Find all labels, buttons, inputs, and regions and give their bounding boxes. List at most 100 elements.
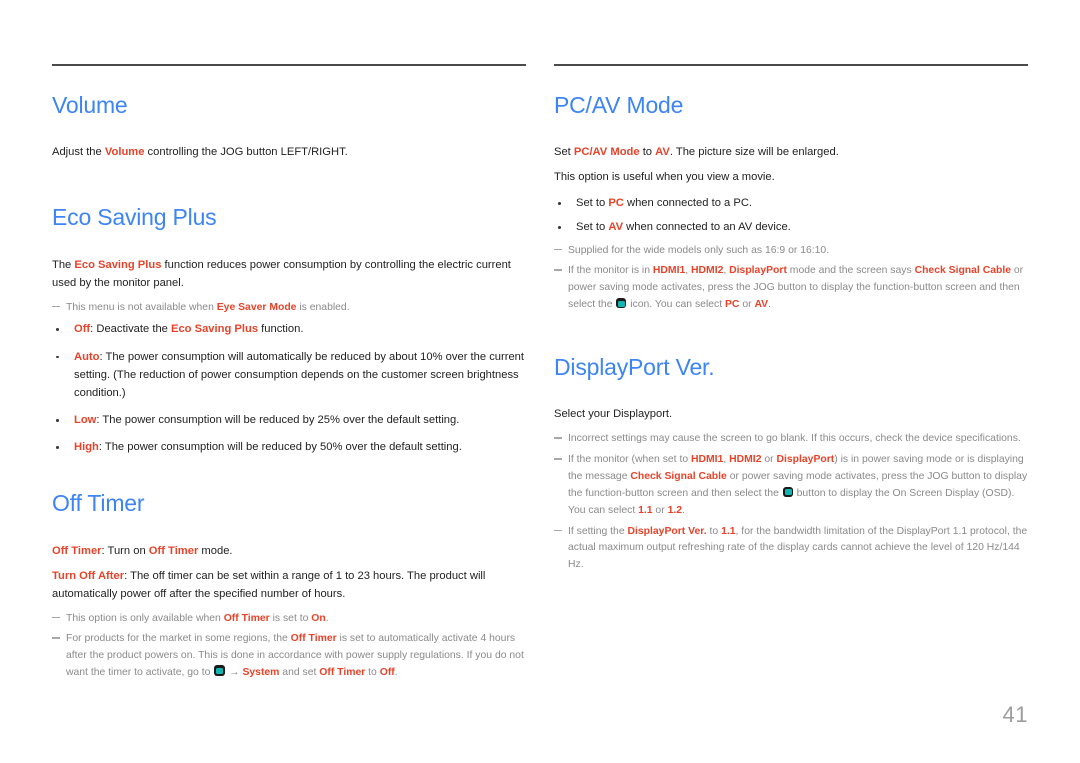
- pc-bullet-after: when connected to a PC.: [623, 197, 753, 210]
- list-item: Set to AV when connected to an AV device…: [554, 218, 1028, 236]
- pc-av-note-2: If the monitor is in HDMI1, HDMI2, Displ…: [554, 263, 1028, 314]
- av-bullet-after: when connected to an AV device.: [623, 221, 791, 234]
- off-timer-note2-p1: For products for the market in some regi…: [66, 633, 291, 645]
- off-timer-note2-p3: and set: [279, 667, 320, 679]
- dp-note3-p1: If setting the: [568, 525, 628, 537]
- av-bullet-term: AV: [608, 221, 624, 234]
- system-menu-term: System: [242, 667, 280, 679]
- displayport-paragraph-1: Select your Displayport.: [554, 408, 673, 421]
- list-item: Set to PC when connected to a PC.: [554, 194, 1028, 212]
- off-timer-note1-prefix: This option is only available when: [66, 612, 224, 624]
- pc-av-p1-suffix: . The picture size will be enlarged.: [669, 146, 839, 159]
- check-signal-cable-term: Check Signal Cable: [630, 470, 727, 482]
- eco-note-prefix: This menu is not available when: [66, 301, 217, 313]
- eco-options-list: Off: Deactivate the Eco Saving Plus func…: [52, 320, 526, 456]
- eco-option-auto-label: Auto: [74, 350, 100, 363]
- off-timer-paragraph-2: Turn Off After: The off timer can be set…: [52, 568, 526, 604]
- list-item: Auto: The power consumption will automat…: [52, 348, 526, 402]
- page-title-displayport-ver: DisplayPort Ver.: [554, 353, 715, 380]
- av-note-term: AV: [754, 299, 769, 311]
- osd-menu-icon: [214, 665, 226, 677]
- eco-option-high-text: : The power consumption will be reduced …: [98, 441, 462, 454]
- page-title-off-timer: Off Timer: [52, 490, 145, 517]
- eco-option-off-term: Eco Saving Plus: [171, 323, 259, 336]
- list-item: Off: Deactivate the Eco Saving Plus func…: [52, 320, 526, 338]
- off-timer-note2-off: Off: [379, 667, 395, 679]
- displayport-note-3: If setting the DisplayPort Ver. to 1.1, …: [554, 524, 1028, 575]
- eye-saver-mode-term: Eye Saver Mode: [216, 301, 297, 313]
- pc-note-term: PC: [725, 299, 740, 311]
- eco-option-high-label: High: [74, 441, 99, 454]
- list-item: Low: The power consumption will be reduc…: [52, 411, 526, 429]
- section-pc-av-mode: PC/AV Mode Set PC/AV Mode to AV. The pic…: [554, 92, 1028, 314]
- off-timer-mid-1: : Turn on: [101, 544, 149, 557]
- section-displayport-ver: DisplayPort Ver. Select your Displayport…: [554, 354, 1028, 574]
- off-timer-note1-on: On: [311, 612, 326, 624]
- list-item: High: The power consumption will be redu…: [52, 438, 526, 456]
- osd-menu-icon: [616, 298, 627, 309]
- eco-note-suffix: is enabled.: [296, 301, 350, 313]
- displayport-note-1: Incorrect settings may cause the screen …: [554, 431, 1028, 448]
- manual-page: Volume Adjust the Volume controlling the…: [0, 0, 1080, 763]
- eco-option-auto-text: : The power consumption will automatical…: [74, 350, 525, 399]
- pc-bullet-before: Set to: [576, 197, 609, 210]
- volume-term: Volume: [104, 146, 145, 159]
- arrow-icon: →: [229, 667, 243, 679]
- section-volume: Volume Adjust the Volume controlling the…: [52, 92, 526, 162]
- check-signal-cable-term: Check Signal Cable: [914, 265, 1011, 277]
- dp-note3-p2: to: [706, 525, 722, 537]
- pc-av-p1-prefix: Set: [554, 146, 574, 159]
- dp-version-1-2-term: 1.2: [667, 504, 683, 516]
- displayport-term: DisplayPort: [729, 265, 787, 277]
- off-timer-term-1: Off Timer: [52, 544, 102, 557]
- pc-av-paragraph-1: Set PC/AV Mode to AV. The picture size w…: [554, 144, 1028, 162]
- off-timer-term-2: Off Timer: [148, 544, 199, 557]
- dp-version-1-1-term: 1.1: [721, 525, 736, 537]
- eco-option-off-text1: : Deactivate the: [90, 323, 171, 336]
- eco-option-off-text2: function.: [258, 323, 304, 336]
- pc-av-note2-p6: .: [768, 299, 772, 311]
- eco-option-off-label: Off: [74, 323, 91, 336]
- eco-intro-paragraph: The Eco Saving Plus function reduces pow…: [52, 257, 526, 293]
- dp-note2-sep2: or: [761, 454, 777, 466]
- pc-av-paragraph-2: This option is useful when you view a mo…: [554, 171, 775, 184]
- off-timer-note2-term2: Off Timer: [319, 667, 366, 679]
- av-bullet-before: Set to: [576, 221, 609, 234]
- turn-off-after-term: Turn Off After: [52, 569, 125, 582]
- right-column: PC/AV Mode Set PC/AV Mode to AV. The pic…: [554, 64, 1028, 578]
- eco-option-low-text: : The power consumption will be reduced …: [96, 414, 460, 427]
- off-timer-note2-term1: Off Timer: [290, 633, 337, 645]
- off-timer-note-2: For products for the market in some regi…: [52, 631, 526, 682]
- off-timer-note-1: This option is only available when Off T…: [52, 611, 526, 628]
- volume-text-prefix: Adjust the: [52, 146, 105, 159]
- off-timer-paragraph-1: Off Timer: Turn on Off Timer mode.: [52, 543, 526, 561]
- hdmi2-term: HDMI2: [691, 265, 724, 277]
- dp-version-1-1-term: 1.1: [638, 504, 653, 516]
- off-timer-note1-mid: is set to: [269, 612, 312, 624]
- section-off-timer: Off Timer Off Timer: Turn on Off Timer m…: [52, 490, 526, 682]
- dp-note2-p6: .: [682, 504, 685, 516]
- pc-av-mode-term: PC/AV Mode: [573, 146, 640, 159]
- hdmi2-term: HDMI2: [729, 454, 762, 466]
- pc-av-note2-p2: mode and the screen says: [786, 265, 915, 277]
- page-title-eco-saving-plus: Eco Saving Plus: [52, 204, 217, 231]
- volume-text-suffix: controlling the JOG button LEFT/RIGHT.: [144, 146, 348, 159]
- volume-description: Adjust the Volume controlling the JOG bu…: [52, 144, 526, 162]
- eco-intro-prefix: The: [52, 258, 75, 271]
- off-timer-note2-p5: .: [394, 667, 398, 679]
- page-title-pc-av-mode: PC/AV Mode: [554, 92, 684, 118]
- displayport-note-2: If the monitor (when set to HDMI1, HDMI2…: [554, 452, 1028, 519]
- off-timer-note2-p4: to: [365, 667, 380, 679]
- page-title-volume: Volume: [52, 92, 128, 118]
- displayport-ver-term: DisplayPort Ver.: [627, 525, 707, 537]
- pc-av-note2-p4: icon. You can select: [627, 299, 725, 311]
- hdmi1-term: HDMI1: [652, 265, 686, 277]
- eco-note-eye-saver: This menu is not available when Eye Save…: [52, 300, 526, 317]
- dp-note2-p1: If the monitor (when set to: [568, 454, 692, 466]
- pc-av-options-list: Set to PC when connected to a PC. Set to…: [554, 194, 1028, 236]
- hdmi1-term: HDMI1: [691, 454, 724, 466]
- av-term: AV: [655, 146, 670, 159]
- pc-av-note2-p1: If the monitor is in: [568, 265, 653, 277]
- osd-menu-icon: [782, 486, 793, 497]
- eco-term: Eco Saving Plus: [74, 258, 162, 271]
